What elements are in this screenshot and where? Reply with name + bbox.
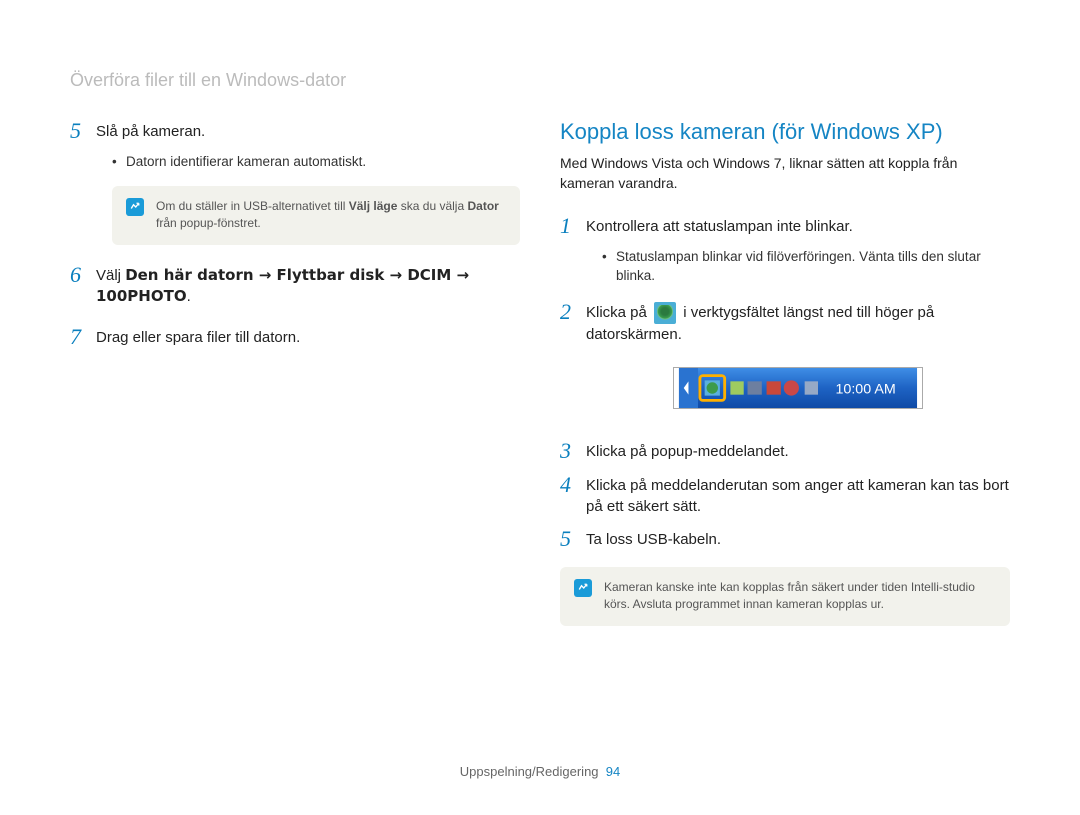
- bullet-icon: •: [602, 248, 616, 286]
- step-1-right: 1 Kontrollera att statuslampan inte blin…: [560, 214, 1010, 238]
- step-number: 2: [560, 300, 586, 345]
- step-number: 5: [560, 527, 586, 551]
- step-3-right: 3 Klicka på popup-meddelandet.: [560, 439, 1010, 463]
- step-text: Klicka på meddelanderutan som anger att …: [586, 473, 1010, 517]
- step-number: 3: [560, 439, 586, 463]
- footer-page-number: 94: [606, 764, 620, 779]
- page-title: Överföra ﬁler till en Windows-dator: [70, 70, 1010, 91]
- step-text: Slå på kameran.: [96, 119, 205, 143]
- taskbar-screenshot: 10:00 AM: [560, 355, 1010, 425]
- step-5-right: 5 Ta loss USB-kabeln.: [560, 527, 1010, 551]
- step-number: 1: [560, 214, 586, 238]
- step-5-left: 5 Slå på kameran.: [70, 119, 520, 143]
- taskbar-time: 10:00 AM: [835, 381, 895, 397]
- content-columns: 5 Slå på kameran. • Datorn identiﬁerar k…: [70, 119, 1010, 644]
- note-box-usb: Om du ställer in USB-alternativet till V…: [112, 186, 520, 245]
- bullet-icon: •: [112, 153, 126, 172]
- footer-section: Uppspelning/Redigering: [460, 764, 599, 779]
- step-7-left: 7 Drag eller spara ﬁler till datorn.: [70, 325, 520, 349]
- step-4-right: 4 Klicka på meddelanderutan som anger at…: [560, 473, 1010, 517]
- step-number: 4: [560, 473, 586, 517]
- step-number: 5: [70, 119, 96, 143]
- step-text: Välj Den här datorn → Flyttbar disk → DC…: [96, 263, 520, 307]
- section-heading: Koppla loss kameran (för Windows XP): [560, 119, 1010, 145]
- safely-remove-icon: [654, 302, 676, 324]
- step-6-left: 6 Välj Den här datorn → Flyttbar disk → …: [70, 263, 520, 307]
- step-text: Klicka på i verktygsfältet längst ned ti…: [586, 300, 1010, 345]
- step-5-sub: • Datorn identiﬁerar kameran automatiskt…: [70, 153, 520, 172]
- note-text: Kameran kanske inte kan kopplas från säk…: [604, 579, 996, 614]
- right-column: Koppla loss kameran (för Windows XP) Med…: [560, 119, 1010, 644]
- step-1-sub: • Statuslampan blinkar vid ﬁlöverföringe…: [560, 248, 1010, 286]
- sub-text: Statuslampan blinkar vid ﬁlöverföringen.…: [616, 248, 1010, 286]
- step-number: 6: [70, 263, 96, 307]
- left-column: 5 Slå på kameran. • Datorn identiﬁerar k…: [70, 119, 520, 644]
- step-2-right: 2 Klicka på i verktygsfältet längst ned …: [560, 300, 1010, 345]
- page-footer: Uppspelning/Redigering 94: [0, 764, 1080, 779]
- note-icon: [574, 579, 592, 597]
- step-text: Klicka på popup-meddelandet.: [586, 439, 789, 463]
- step-text: Kontrollera att statuslampan inte blinka…: [586, 214, 853, 238]
- note-text: Om du ställer in USB-alternativet till V…: [156, 198, 506, 233]
- sub-text: Datorn identiﬁerar kameran automatiskt.: [126, 153, 366, 172]
- note-icon: [126, 198, 144, 216]
- note-box-intelli: Kameran kanske inte kan kopplas från säk…: [560, 567, 1010, 626]
- step-number: 7: [70, 325, 96, 349]
- section-intro: Med Windows Vista och Windows 7, liknar …: [560, 153, 1010, 194]
- step-text: Drag eller spara ﬁler till datorn.: [96, 325, 300, 349]
- step-text: Ta loss USB-kabeln.: [586, 527, 721, 551]
